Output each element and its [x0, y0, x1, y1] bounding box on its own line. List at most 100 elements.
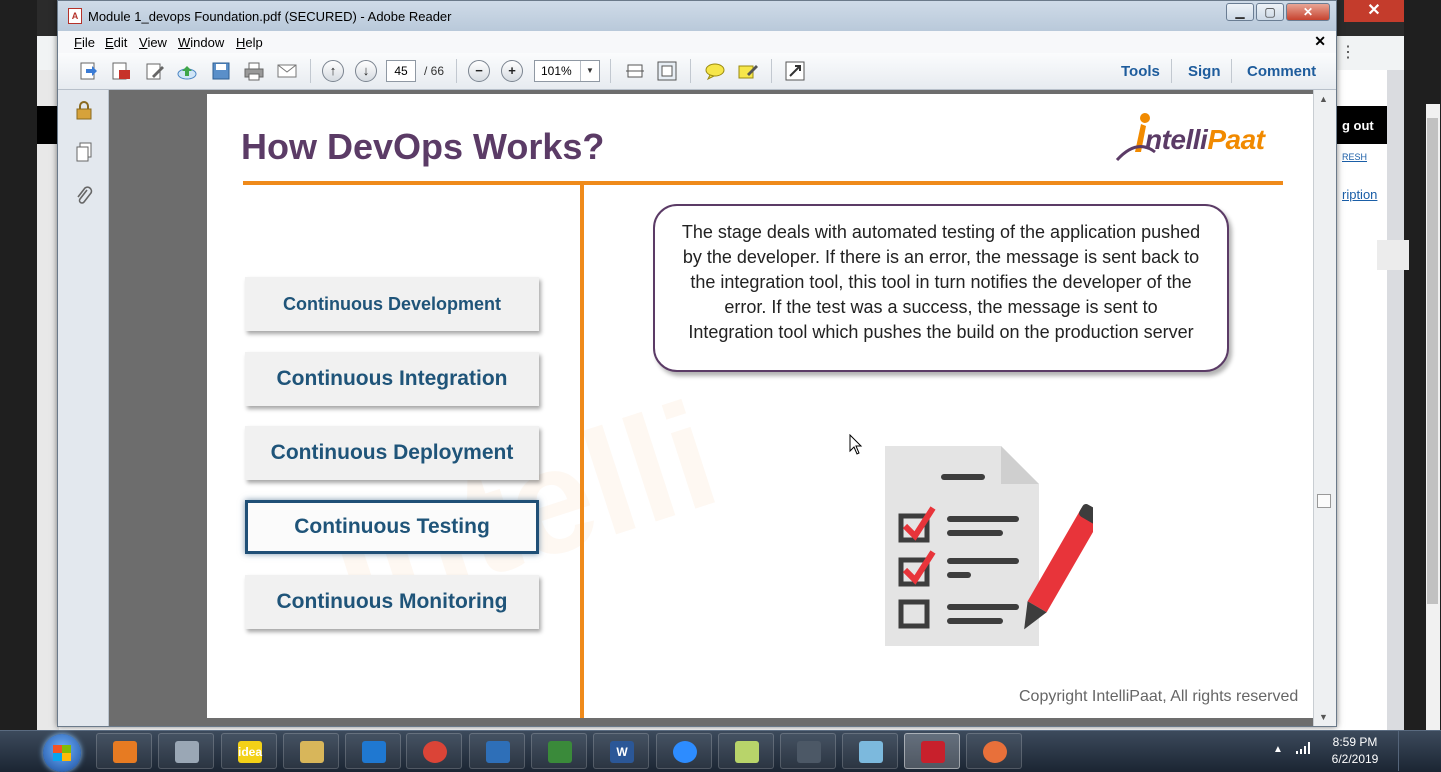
title-divider: [243, 181, 1283, 185]
zoom-out-button[interactable]: −: [468, 60, 490, 82]
scroll-down-arrow-icon[interactable]: ▼: [1319, 712, 1328, 722]
scrollbar-thumb[interactable]: [1317, 494, 1331, 508]
taskbar-app-button[interactable]: [966, 733, 1022, 769]
chevron-down-icon[interactable]: ▼: [580, 61, 599, 81]
menu-edit[interactable]: Edit: [105, 35, 127, 50]
start-button[interactable]: [43, 734, 81, 772]
lock-icon[interactable]: [75, 100, 93, 120]
menu-help[interactable]: Help: [236, 35, 263, 50]
flower-app-icon: [983, 741, 1007, 763]
close-document-icon[interactable]: ✕: [1314, 33, 1326, 50]
taskbar-app-button[interactable]: W: [593, 733, 649, 769]
idea-app-icon: idea: [238, 741, 262, 763]
page-total-label: / 66: [424, 64, 445, 78]
taskbar-app-button[interactable]: [283, 733, 339, 769]
toolbar-separator: [690, 59, 691, 83]
minimize-button[interactable]: ▁: [1226, 3, 1254, 21]
menu-file[interactable]: File: [74, 35, 95, 50]
browser-close-button[interactable]: ✕: [1344, 0, 1404, 22]
taskbar-app-button[interactable]: [469, 733, 525, 769]
stage-continuous-monitoring[interactable]: Continuous Monitoring: [245, 575, 539, 629]
taskbar-app-button[interactable]: [345, 733, 401, 769]
tray-expand-icon[interactable]: ▲: [1273, 744, 1283, 755]
window-controls: ▁ ▢ ✕: [1226, 3, 1330, 21]
taskbar-app-button[interactable]: [718, 733, 774, 769]
attachments-paperclip-icon[interactable]: [75, 186, 93, 206]
taskbar-app-button[interactable]: [780, 733, 836, 769]
clock-date: 6/2/2019: [1331, 752, 1379, 766]
taskbar-app-button[interactable]: [842, 733, 898, 769]
maximize-button[interactable]: ▢: [1256, 3, 1284, 21]
clock-time: 8:59 PM: [1332, 735, 1378, 749]
menu-bar: File Edit View Window Help ✕: [58, 31, 1336, 54]
print-icon[interactable]: [243, 60, 265, 82]
page-number-input[interactable]: 45: [386, 60, 416, 82]
remote-desktop-icon: [797, 741, 821, 763]
page-title: How DevOps Works?: [241, 126, 605, 167]
zoom-icon: [673, 741, 697, 763]
logo-text-paat: Paat: [1207, 124, 1265, 155]
taskbar-app-button[interactable]: [531, 733, 587, 769]
taskbar-app-button[interactable]: [904, 733, 960, 769]
menu-window[interactable]: Window: [178, 35, 224, 50]
stage-continuous-testing[interactable]: Continuous Testing: [245, 500, 539, 554]
system-clock[interactable]: 8:59 PM 6/2/2019: [1320, 734, 1390, 768]
refresh-link[interactable]: RESH: [1342, 152, 1367, 162]
taskbar-app-button[interactable]: [656, 733, 712, 769]
create-pdf-icon[interactable]: [110, 60, 132, 82]
stage-continuous-deployment[interactable]: Continuous Deployment: [245, 426, 539, 480]
next-page-button[interactable]: ↓: [355, 60, 377, 82]
sign-pane-button[interactable]: Sign: [1188, 63, 1221, 80]
comment-pane-button[interactable]: Comment: [1247, 63, 1316, 80]
save-icon[interactable]: [210, 60, 232, 82]
open-file-icon[interactable]: [78, 60, 100, 82]
network-signal-icon[interactable]: [1296, 742, 1312, 754]
project-app-icon: [548, 741, 572, 763]
snipping-tool-icon: [859, 741, 883, 763]
tools-pane-button[interactable]: Tools: [1121, 63, 1160, 80]
previous-page-button[interactable]: ↑: [322, 60, 344, 82]
upload-cloud-icon[interactable]: [176, 60, 198, 82]
text-editor-icon: [486, 741, 510, 763]
toolbar-separator: [1171, 59, 1172, 83]
browser-page-left-edge: [37, 70, 59, 730]
subscription-link[interactable]: ription: [1342, 187, 1377, 202]
browser-menu-icon[interactable]: ⋮: [1340, 42, 1356, 62]
highlight-text-icon[interactable]: [737, 60, 759, 82]
stage-continuous-development[interactable]: Continuous Development: [245, 277, 539, 331]
toolbar-separator: [771, 59, 772, 83]
logo-text-intelli: ntelli: [1145, 124, 1208, 155]
sticky-notes-icon: [735, 741, 759, 763]
toolbar-separator: [610, 59, 611, 83]
taskbar-app-button[interactable]: [96, 733, 152, 769]
comment-bubble-icon[interactable]: [704, 60, 726, 82]
adobe-reader-icon: [921, 741, 945, 763]
stage-continuous-integration[interactable]: Continuous Integration: [245, 352, 539, 406]
show-desktop-button[interactable]: [1398, 731, 1409, 771]
navigation-pane: [58, 90, 109, 726]
internet-explorer-icon: [362, 741, 386, 763]
browser-scrollbar-thumb[interactable]: [1427, 118, 1438, 604]
menu-view[interactable]: View: [139, 35, 167, 50]
scroll-up-arrow-icon[interactable]: ▲: [1319, 94, 1328, 104]
logout-link[interactable]: g out: [1342, 118, 1374, 133]
taskbar-app-button[interactable]: idea: [221, 733, 277, 769]
column-divider: [580, 185, 584, 718]
email-icon[interactable]: [276, 60, 298, 82]
close-window-button[interactable]: ✕: [1286, 3, 1330, 21]
windows-logo-icon: [53, 745, 71, 761]
full-screen-icon[interactable]: [784, 60, 806, 82]
media-player-icon: [113, 741, 137, 763]
zoom-in-button[interactable]: +: [501, 60, 523, 82]
document-scrollbar[interactable]: ▲ ▼: [1313, 90, 1336, 726]
fit-width-icon[interactable]: [624, 60, 646, 82]
edit-pdf-icon[interactable]: [144, 60, 166, 82]
windows-taskbar: idea W: [0, 730, 1441, 772]
fit-page-icon[interactable]: [656, 60, 678, 82]
taskbar-app-button[interactable]: [406, 733, 462, 769]
zoom-value: 101%: [541, 64, 572, 78]
taskbar-app-button[interactable]: [158, 733, 214, 769]
zoom-select[interactable]: 101% ▼: [534, 60, 600, 82]
pages-thumbnails-icon[interactable]: [75, 142, 93, 162]
stage-description: The stage deals with automated testing o…: [653, 204, 1229, 372]
